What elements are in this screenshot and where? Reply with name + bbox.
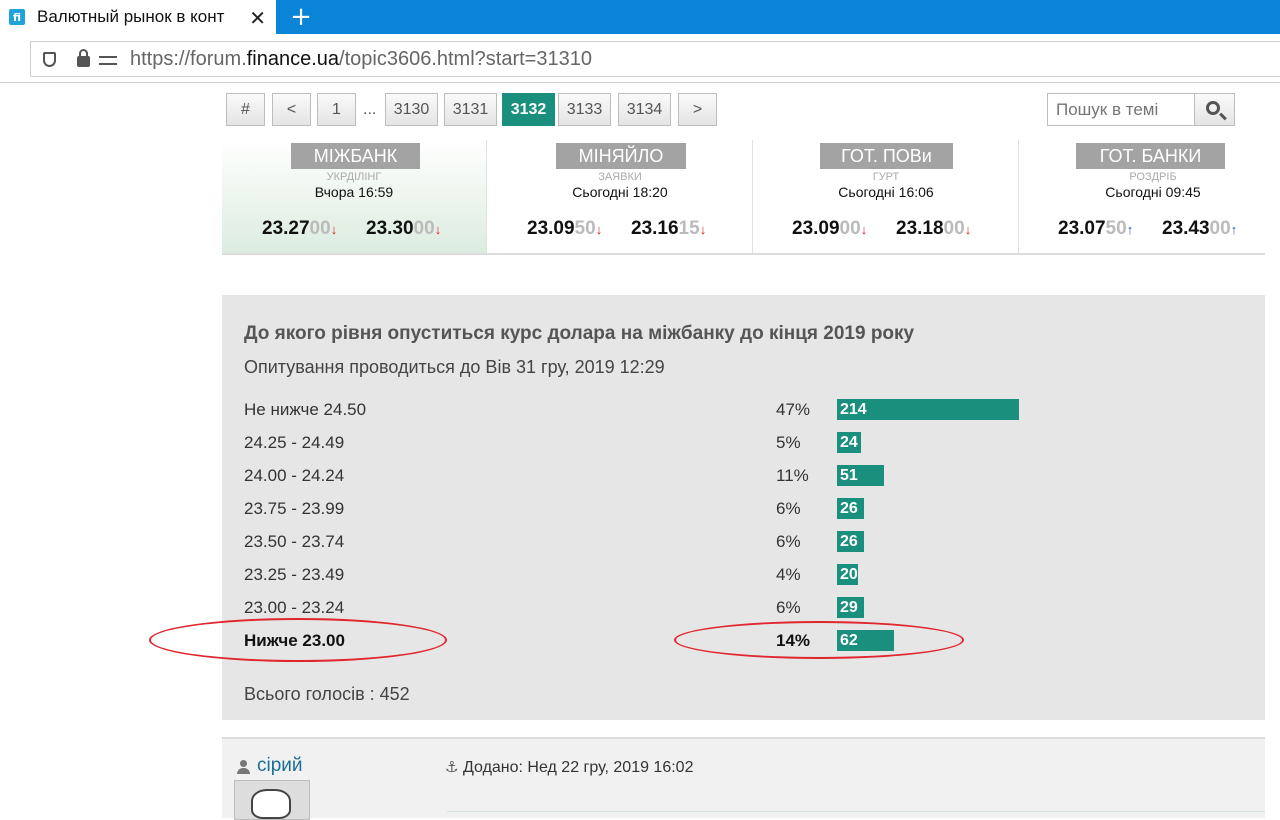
poll-option-percent: 47% bbox=[776, 400, 811, 419]
arrow-down-icon: ↓ bbox=[595, 222, 603, 237]
page-link-3133[interactable]: 3133 bbox=[558, 93, 611, 126]
page-jump-button[interactable]: # bbox=[226, 93, 265, 126]
poll-option-label: 23.00 - 23.24 bbox=[244, 598, 345, 617]
arrow-down-icon: ↓ bbox=[330, 222, 338, 237]
annotation-ellipse-label bbox=[149, 618, 447, 662]
rate-sell: 23.4300↑ bbox=[1162, 218, 1238, 239]
poll-option: 23.75 - 23.99 6% 26 bbox=[222, 496, 1265, 529]
rate-source: ЗАЯВКИ bbox=[598, 171, 642, 183]
page-link-3131[interactable]: 3131 bbox=[444, 93, 497, 126]
user-icon bbox=[236, 760, 250, 774]
rate-source: РОЗДРІБ bbox=[1129, 171, 1177, 183]
poll-option-bar: 20 bbox=[837, 564, 858, 585]
poll-title: До якого рівня опуститься курс долара на… bbox=[244, 323, 915, 344]
rate-title: МІНЯЙЛО bbox=[556, 143, 686, 169]
poll-option: 24.00 - 24.24 11% 51 bbox=[222, 463, 1265, 496]
shield-icon[interactable] bbox=[43, 52, 56, 67]
permissions-icon[interactable] bbox=[99, 53, 117, 67]
pagination-ellipsis: ... bbox=[363, 101, 377, 118]
poll-option-percent: 6% bbox=[776, 598, 801, 617]
poll-total-votes: Всього голосів : 452 bbox=[244, 684, 410, 704]
close-tab-icon[interactable]: ✕ bbox=[249, 6, 266, 30]
poll-option-label: 24.25 - 24.49 bbox=[244, 433, 345, 452]
rate-time: Сьогодні 16:06 bbox=[838, 184, 934, 200]
page-link-3132-current[interactable]: 3132 bbox=[502, 93, 555, 126]
rate-time: Сьогодні 18:20 bbox=[572, 184, 668, 200]
topic-search bbox=[1047, 93, 1235, 126]
new-tab-button[interactable]: + bbox=[286, 0, 316, 34]
rate-cash-wholesale[interactable]: ГОТ. ПОВи ГУРТ Сьогодні 16:06 23.0900↓ 2… bbox=[754, 140, 1019, 253]
rate-sell: 23.1615↓ bbox=[631, 218, 707, 239]
rate-buy: 23.0750↑ bbox=[1058, 218, 1134, 239]
poll-option-percent: 6% bbox=[776, 532, 801, 551]
rate-buy: 23.0900↓ bbox=[792, 218, 868, 239]
rate-sell: 23.3000↓ bbox=[366, 218, 442, 239]
poll-option-label: 24.00 - 24.24 bbox=[244, 466, 345, 485]
page-link-3134[interactable]: 3134 bbox=[618, 93, 671, 126]
rate-buy: 23.0950↓ bbox=[527, 218, 603, 239]
poll-option-label: 23.25 - 23.49 bbox=[244, 565, 345, 584]
forum-post: сірий ⚓ Додано: Нед 22 гру, 2019 16:02 bbox=[222, 737, 1265, 820]
rate-source: УКРДІЛІНГ bbox=[326, 171, 382, 183]
rate-time: Вчора 16:59 bbox=[314, 184, 394, 200]
poll-option-bar: 214 bbox=[837, 399, 1019, 420]
browser-toolbar: https://forum.finance.ua/topic3606.html?… bbox=[0, 34, 1280, 83]
rate-cash-banks[interactable]: ГОТ. БАНКИ РОЗДРІБ Сьогодні 09:45 23.075… bbox=[1020, 140, 1265, 253]
anchor-icon[interactable]: ⚓ bbox=[445, 758, 458, 776]
poll-option-label: 23.50 - 23.74 bbox=[244, 532, 345, 551]
poll-option-label: 23.75 - 23.99 bbox=[244, 499, 345, 518]
post-date: Додано: Нед 22 гру, 2019 16:02 bbox=[463, 759, 694, 776]
search-icon bbox=[1206, 101, 1220, 115]
rate-sell: 23.1800↓ bbox=[896, 218, 972, 239]
rate-buy: 23.2700↓ bbox=[262, 218, 338, 239]
poll-option: 23.25 - 23.49 4% 20 bbox=[222, 562, 1265, 595]
page-link-3130[interactable]: 3130 bbox=[385, 93, 438, 126]
page-link-1[interactable]: 1 bbox=[317, 93, 356, 126]
browser-tab-bar: fi Валютный рынок в конт ✕ + bbox=[0, 0, 1280, 34]
poll-option-percent: 11% bbox=[776, 466, 809, 485]
arrow-down-icon: ↓ bbox=[699, 222, 707, 237]
poll-option-bar: 26 bbox=[837, 498, 864, 519]
avatar-image bbox=[251, 789, 291, 819]
poll-option-percent: 5% bbox=[776, 433, 801, 452]
post-author-link[interactable]: сірий bbox=[257, 755, 303, 777]
arrow-down-icon: ↓ bbox=[860, 222, 868, 237]
poll-option: 23.50 - 23.74 6% 26 bbox=[222, 529, 1265, 562]
url-text[interactable]: https://forum.finance.ua/topic3606.html?… bbox=[130, 48, 592, 71]
next-page-button[interactable]: > bbox=[678, 93, 717, 126]
rate-title: ГОТ. ПОВи bbox=[820, 143, 953, 169]
rate-source: ГУРТ bbox=[872, 171, 900, 183]
avatar bbox=[234, 780, 310, 820]
topic-search-input[interactable] bbox=[1047, 93, 1195, 126]
poll-deadline: Опитування проводиться до Вів 31 гру, 20… bbox=[244, 357, 665, 377]
annotation-ellipse-result bbox=[674, 621, 964, 659]
poll-option-bar: 26 bbox=[837, 531, 864, 552]
poll-option-percent: 4% bbox=[776, 565, 801, 584]
poll-option: Не нижче 24.50 47% 214 bbox=[222, 397, 1265, 430]
site-favicon-icon: fi bbox=[9, 9, 25, 25]
poll-option-bar: 29 bbox=[837, 597, 864, 618]
rate-interbank[interactable]: МІЖБАНК УКРДІЛІНГ Вчора 16:59 23.2700↓ 2… bbox=[222, 140, 487, 253]
search-button[interactable] bbox=[1194, 93, 1235, 126]
poll-option-bar: 24 bbox=[837, 432, 861, 453]
post-divider bbox=[447, 811, 1265, 812]
prev-page-button[interactable]: < bbox=[272, 93, 311, 126]
arrow-down-icon: ↓ bbox=[434, 222, 442, 237]
rate-exchangers[interactable]: МІНЯЙЛО ЗАЯВКИ Сьогодні 18:20 23.0950↓ 2… bbox=[488, 140, 753, 253]
tab-title: Валютный рынок в конт bbox=[37, 7, 225, 26]
poll-option-percent: 6% bbox=[776, 499, 801, 518]
rate-title: МІЖБАНК bbox=[291, 143, 420, 169]
lock-icon[interactable] bbox=[77, 49, 90, 67]
address-bar[interactable]: https://forum.finance.ua/topic3606.html?… bbox=[30, 41, 1280, 77]
arrow-down-icon: ↓ bbox=[964, 222, 972, 237]
exchange-rates-panel: МІЖБАНК УКРДІЛІНГ Вчора 16:59 23.2700↓ 2… bbox=[222, 140, 1265, 255]
poll-option-bar: 51 bbox=[837, 465, 884, 486]
browser-tab[interactable]: fi Валютный рынок в конт ✕ bbox=[0, 0, 276, 34]
poll-option: 24.25 - 24.49 5% 24 bbox=[222, 430, 1265, 463]
rate-time: Сьогодні 09:45 bbox=[1105, 184, 1201, 200]
poll-option-label: Не нижче 24.50 bbox=[244, 400, 367, 419]
rate-title: ГОТ. БАНКИ bbox=[1076, 143, 1225, 169]
arrow-up-icon: ↑ bbox=[1126, 222, 1134, 237]
arrow-up-icon: ↑ bbox=[1230, 222, 1238, 237]
